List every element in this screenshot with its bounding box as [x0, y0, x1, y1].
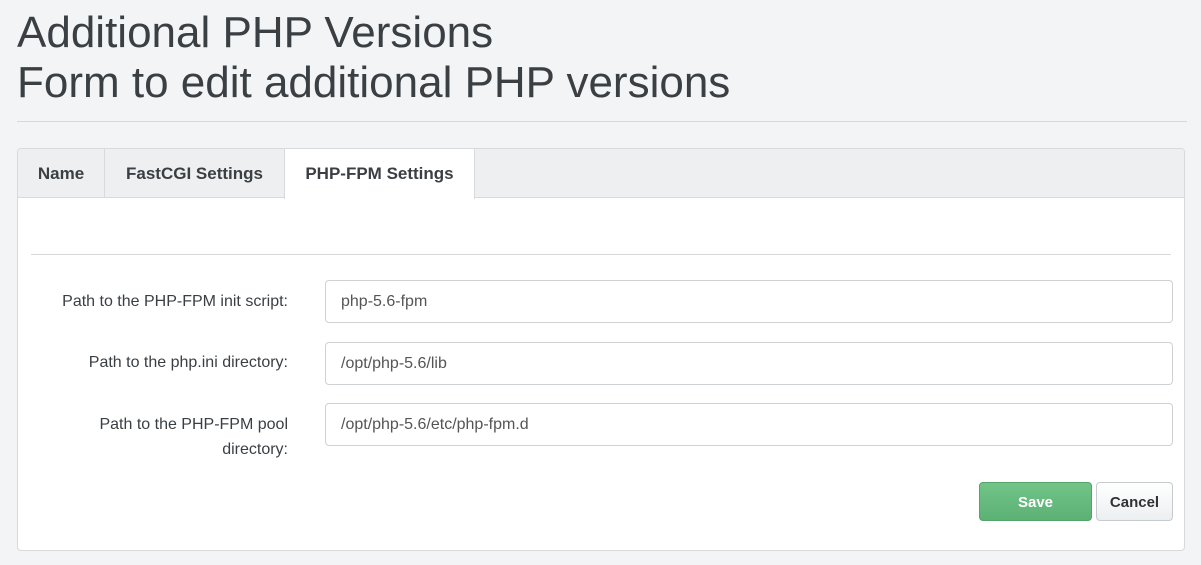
tab-fastcgi-settings[interactable]: FastCGI Settings	[105, 149, 285, 198]
form-divider	[31, 254, 1171, 255]
cancel-button[interactable]: Cancel	[1096, 482, 1173, 521]
page-subtitle: Form to edit additional PHP versions	[17, 58, 731, 107]
pool-dir-input[interactable]	[325, 403, 1173, 446]
php-ini-dir-label: Path to the php.ini directory:	[88, 354, 288, 371]
pool-dir-label-line2: directory:	[222, 441, 288, 458]
save-button[interactable]: Save	[979, 482, 1092, 521]
php-ini-dir-input[interactable]	[325, 342, 1173, 385]
page-title: Additional PHP Versions	[17, 8, 494, 57]
header-divider	[17, 121, 1187, 122]
pool-dir-label: Path to the PHP-FPM pool directory:	[99, 412, 288, 462]
pool-dir-label-line1: Path to the PHP-FPM pool	[99, 416, 288, 433]
init-script-input[interactable]	[325, 280, 1173, 323]
init-script-label: Path to the PHP-FPM init script:	[62, 293, 288, 310]
page-header: Additional PHP Versions Form to edit add…	[17, 8, 1187, 108]
tab-name[interactable]: Name	[18, 149, 105, 198]
settings-panel: Name FastCGI Settings PHP-FPM Settings P…	[17, 148, 1185, 551]
tab-php-fpm-settings[interactable]: PHP-FPM Settings	[284, 149, 475, 199]
tab-bar: Name FastCGI Settings PHP-FPM Settings	[18, 149, 1184, 199]
